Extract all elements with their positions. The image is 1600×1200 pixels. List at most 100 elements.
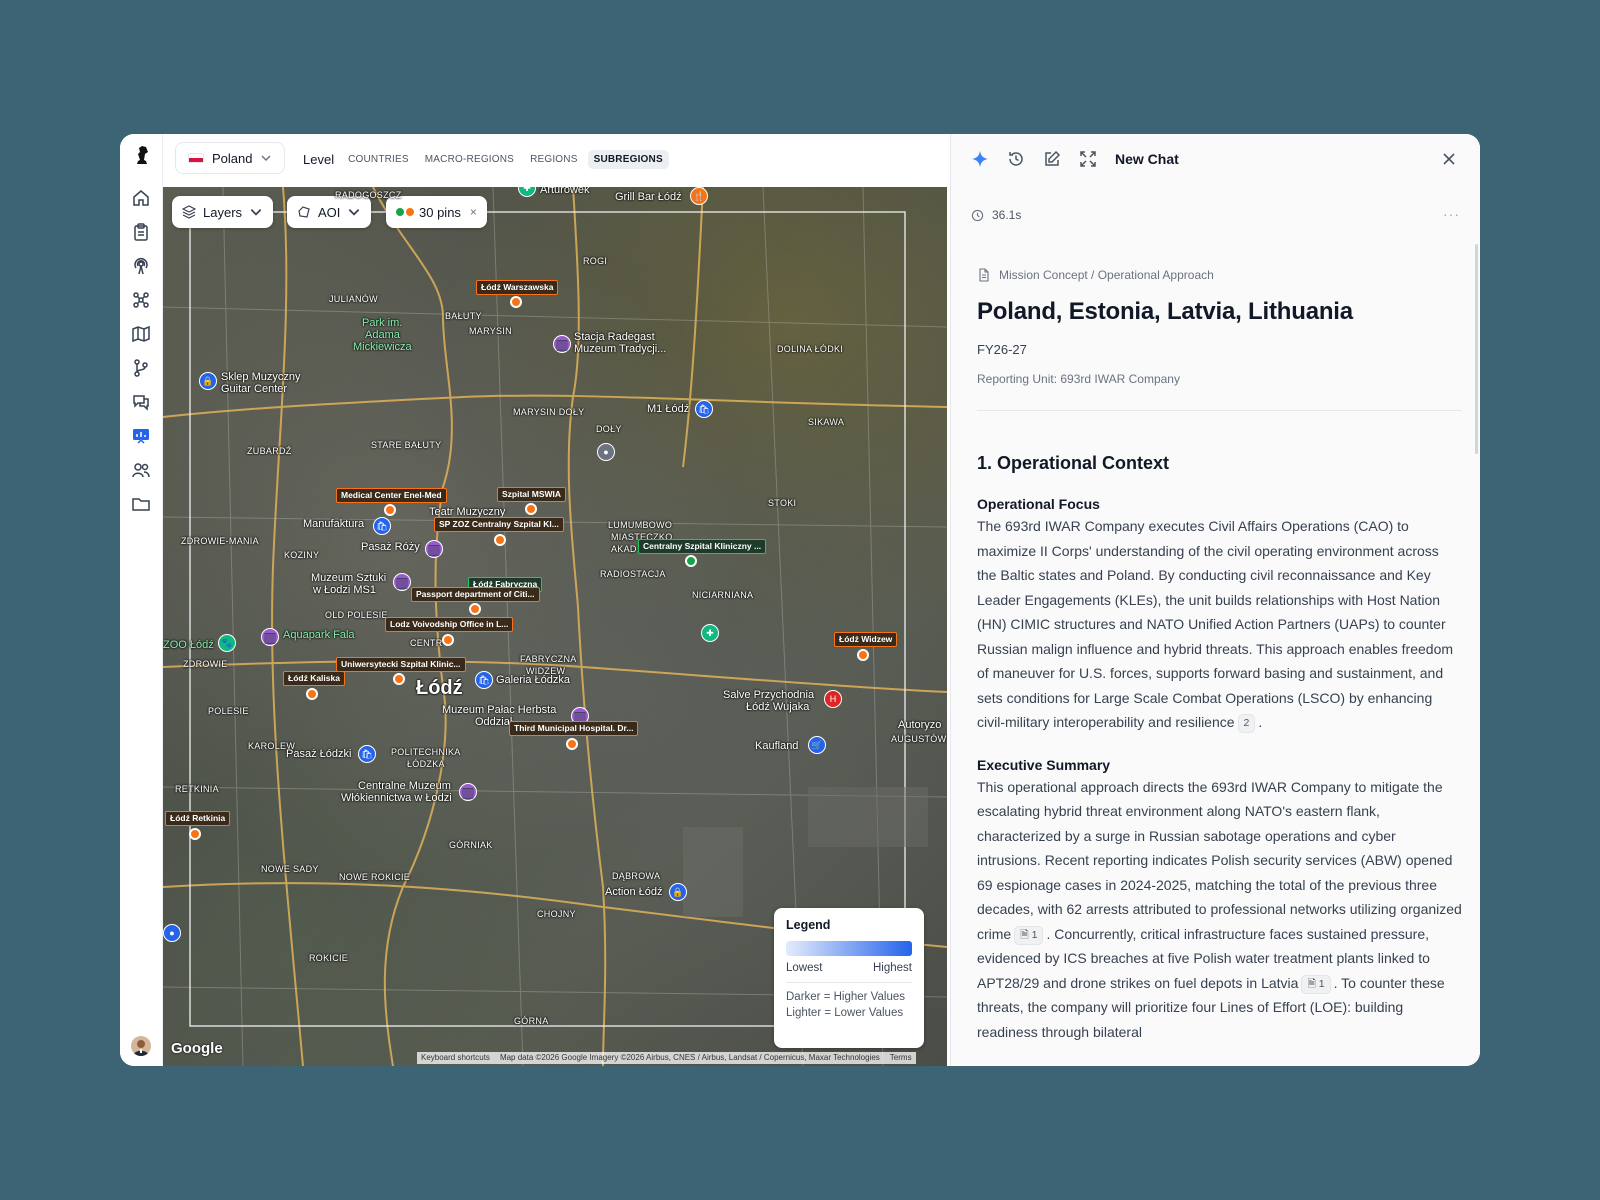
map-pin[interactable] [857,649,869,661]
sparkle-icon[interactable] [971,150,989,168]
keyboard-shortcuts-link[interactable]: Keyboard shortcuts [421,1052,490,1064]
app-logo[interactable] [131,144,153,166]
nav-rail [120,134,163,1066]
transit-icon[interactable]: ● [597,443,615,461]
place-label: NICIARNIANA [692,590,754,600]
shopping-bag-icon[interactable]: 🛍 [475,671,493,689]
citation-badge[interactable]: 🗎 1 [1014,925,1044,945]
zoo-icon[interactable]: 🐾 [218,634,236,652]
pin-label[interactable]: Łódź Retkinia [165,811,231,826]
edit-icon[interactable] [1043,150,1061,168]
pin-label[interactable]: Łódź Kaliska [283,671,345,686]
pin-label[interactable]: Łódź Widzew [834,632,898,647]
pin-label[interactable]: Uniwersytecki Szpital Klinic... [336,657,466,672]
chevron-down-icon [349,209,360,216]
pharmacy-icon[interactable]: ✚ [701,624,719,642]
pin-label[interactable]: Medical Center Enel-Med [336,488,447,503]
layers-button[interactable]: Layers [172,196,274,228]
citation-badge[interactable]: 🗎 1 [1301,974,1331,994]
pin-label[interactable]: Centralny Szpital Kliniczny ... [638,539,767,554]
place-label: DĄBROWA [612,871,661,881]
pins-clear-icon[interactable]: × [470,205,477,219]
map-icon[interactable] [131,324,151,344]
close-icon[interactable] [1440,150,1458,168]
pin-label[interactable]: Lodz Voivodship Office in L... [385,617,514,632]
presentation-icon[interactable] [131,426,151,446]
shopping-bag-icon[interactable]: 🛍 [695,400,713,418]
poi-label: Muzeum Sztuki [311,572,387,584]
poi-label: Kaufland [755,740,799,752]
country-select[interactable]: Poland [175,142,286,174]
shop-icon[interactable]: 🔒 [669,883,687,901]
clock-icon [971,209,984,221]
museum-icon[interactable]: ▥ [425,540,443,558]
map-pin[interactable] [510,296,522,308]
chat-scrollbar[interactable] [1475,244,1478,454]
pin-label[interactable]: Passport department of Citi... [411,587,540,602]
chat-bubbles-icon[interactable] [131,392,151,412]
map-view[interactable]: Layers AOI 30 pins × RADOGOSZCZ JULIANÓW… [163,187,947,1066]
paragraph-operational-focus: The 693rd IWAR Company executes Civil Af… [977,514,1462,735]
broadcast-icon[interactable] [131,256,151,276]
poi-label: Park im. [362,317,403,329]
level-regions[interactable]: REGIONS [524,150,584,169]
poi-label: Adama [365,329,400,341]
history-icon[interactable] [1007,150,1025,168]
map-pin[interactable] [306,688,318,700]
pin-label[interactable]: SP ZOZ Centralny Szpital Kl... [434,517,564,532]
clipboard-icon[interactable] [131,222,151,242]
shop-icon[interactable]: ● [163,924,181,942]
orange-dot-icon [406,208,414,216]
map-pin[interactable] [384,504,396,516]
pin-label[interactable]: Szpital MSWIA [497,487,567,502]
folder-icon[interactable] [131,494,151,514]
poi-label: Włókiennictwa w Łodzi [341,792,452,804]
google-logo: Google [171,1040,223,1057]
terms-link[interactable]: Terms [890,1052,912,1064]
legend-note-lighter: Lighter = Lower Values [786,1007,904,1019]
chevron-down-icon [250,209,262,216]
map-pin[interactable] [494,534,506,546]
map-pin[interactable] [442,634,454,646]
pin-label[interactable]: Third Municipal Hospital. Dr... [509,721,639,736]
poi-label: Centralne Muzeum [358,780,451,792]
place-label: MARYSIN DOŁY [513,407,585,417]
museum-icon[interactable]: ▥ [261,628,279,646]
place-label: POLESIE [208,706,249,716]
map-pin[interactable] [566,738,578,750]
map-pin[interactable] [189,828,201,840]
aoi-label: AOI [318,204,341,220]
level-countries[interactable]: COUNTRIES [342,150,415,169]
map-pin[interactable] [525,503,537,515]
shop-icon[interactable]: 🔒 [199,372,217,390]
level-subregions[interactable]: SUBREGIONS [587,150,669,169]
hospital-icon[interactable]: H [824,690,842,708]
subsection-heading: Executive Summary [977,756,1111,773]
shopping-bag-icon[interactable]: 🛍 [373,517,391,535]
cart-icon[interactable]: 🛒 [808,736,826,754]
level-macro-regions[interactable]: MACRO-REGIONS [419,150,520,169]
timing-value: 36.1s [992,208,1022,222]
place-label: NOWE SADY [261,864,319,874]
poi-label: Grill Bar Łódź [615,191,682,203]
home-icon[interactable] [131,188,151,208]
more-options-icon[interactable]: ··· [1443,206,1460,222]
git-branch-icon[interactable] [131,358,151,378]
top-bar: Poland Level COUNTRIES MACRO-REGIONS REG… [163,134,1070,184]
pin-label[interactable]: Łódź Warszawska [476,280,559,295]
museum-icon[interactable]: ▥ [553,335,571,353]
green-dot-icon [396,208,404,216]
users-icon[interactable] [131,460,151,480]
map-pin[interactable] [685,555,697,567]
restaurant-icon[interactable]: 🍴 [690,187,708,205]
place-label: MARYSIN [469,326,512,336]
museum-icon[interactable]: ▥ [393,573,411,591]
expand-icon[interactable] [1079,150,1097,168]
shopping-bag-icon[interactable]: 🛍 [358,745,376,763]
user-avatar[interactable] [131,1036,151,1056]
citation-badge[interactable]: 2 [1237,714,1256,733]
map-pin[interactable] [469,603,481,615]
museum-icon[interactable]: ▥ [459,783,477,801]
network-icon[interactable] [131,290,151,310]
map-pin[interactable] [393,673,405,685]
